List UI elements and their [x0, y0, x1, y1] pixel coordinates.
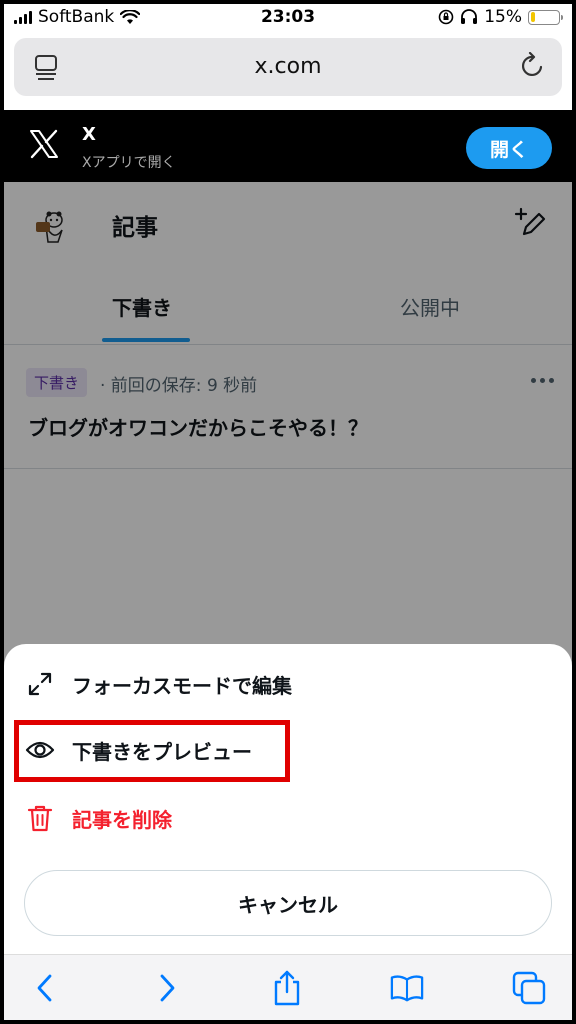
url-text[interactable]: x.com — [14, 54, 562, 79]
tabs-button[interactable] — [512, 971, 546, 1005]
cancel-button[interactable]: キャンセル — [24, 870, 552, 936]
expand-icon — [24, 668, 56, 700]
delete-article-item[interactable]: 記事を削除 — [24, 796, 544, 840]
banner-subtitle: Xアプリで開く — [82, 155, 176, 171]
forward-button[interactable] — [150, 971, 184, 1005]
share-button[interactable] — [270, 970, 304, 1006]
banner-app-name: X — [82, 124, 96, 145]
chevron-right-icon — [160, 974, 175, 1002]
back-button[interactable] — [28, 971, 62, 1005]
open-in-app-button[interactable]: 開く — [466, 127, 552, 169]
status-right: 15% — [438, 7, 563, 27]
address-bar[interactable]: x.com — [14, 38, 562, 96]
browser-toolbar — [4, 954, 572, 1020]
battery-icon — [528, 9, 563, 25]
tabs-icon — [512, 971, 546, 1005]
focus-mode-edit-label: フォーカスモードで編集 — [72, 673, 292, 698]
battery-fill — [530, 12, 535, 22]
action-sheet: フォーカスモードで編集 下書きをプレビュー 記事を削除 キャンセル — [4, 644, 572, 960]
share-icon — [274, 970, 300, 1006]
focus-mode-edit-item[interactable]: フォーカスモードで編集 — [24, 662, 544, 706]
app-open-banner: X Xアプリで開く 開く — [4, 110, 572, 182]
headphones-icon — [461, 9, 478, 24]
status-bar: SoftBank 23:03 15% — [4, 4, 572, 30]
book-icon — [390, 975, 424, 1002]
delete-article-label: 記事を削除 — [72, 807, 172, 832]
phone-screen: SoftBank 23:03 15% x.com X Xアプリで開く 開く 記事… — [4, 4, 572, 1020]
trash-icon — [24, 802, 56, 834]
chevron-left-icon — [37, 974, 52, 1002]
x-logo-icon — [30, 129, 58, 159]
orientation-lock-icon — [438, 9, 454, 25]
reload-icon[interactable] — [520, 52, 546, 80]
battery-percent: 15% — [484, 7, 522, 27]
bookmarks-button[interactable] — [390, 971, 424, 1005]
highlight-annotation — [14, 720, 290, 782]
